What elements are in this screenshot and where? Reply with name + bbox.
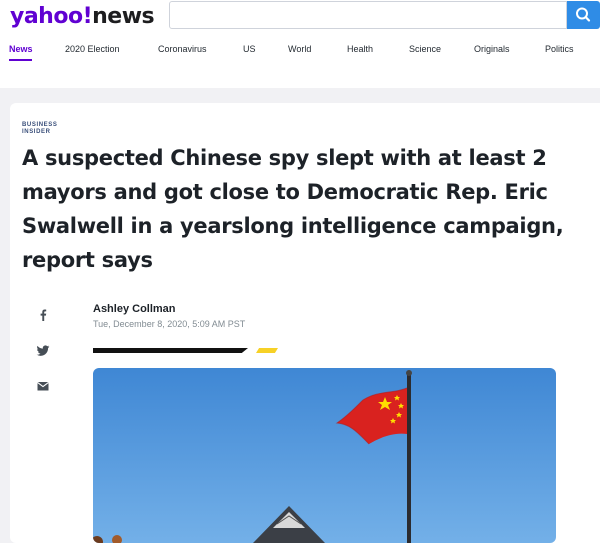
nav-item-us[interactable]: US <box>243 44 256 54</box>
nav-item-originals[interactable]: Originals <box>474 44 510 54</box>
logo-yahoo: yahoo! <box>10 4 93 29</box>
article-headline: A suspected Chinese spy slept with at le… <box>22 146 564 272</box>
top-header: yahoo!news News 2020 Election Coronaviru… <box>0 0 600 88</box>
logo-news: news <box>92 4 155 29</box>
hero-image-flag-scene <box>93 368 556 543</box>
yahoo-news-logo[interactable]: yahoo!news <box>10 4 155 29</box>
author-name[interactable]: Ashley Collman <box>93 303 176 315</box>
article-card: BUSINESS INSIDER A suspected Chinese spy… <box>10 103 600 543</box>
nav-active-underline <box>9 59 32 61</box>
source-logo-line2: INSIDER <box>22 129 51 135</box>
search-input[interactable] <box>169 1 567 29</box>
nav-item-2020-election[interactable]: 2020 Election <box>65 44 120 54</box>
byline-divider-black <box>93 348 248 353</box>
business-insider-logo[interactable]: BUSINESS INSIDER <box>22 122 62 136</box>
nav-item-coronavirus[interactable]: Coronavirus <box>158 44 207 54</box>
nav-item-world[interactable]: World <box>288 44 311 54</box>
source-logo-line1: BUSINESS <box>22 122 58 128</box>
twitter-icon[interactable] <box>36 344 50 358</box>
nav-item-health[interactable]: Health <box>347 44 373 54</box>
search-button[interactable] <box>567 1 600 29</box>
search-icon <box>576 7 591 22</box>
hero-image[interactable] <box>93 368 556 543</box>
main-nav: News 2020 Election Coronavirus US World … <box>0 44 600 66</box>
byline-divider-yellow <box>256 348 278 353</box>
nav-item-politics[interactable]: Politics <box>545 44 574 54</box>
nav-item-news[interactable]: News <box>9 44 33 54</box>
mail-icon[interactable] <box>36 379 50 393</box>
facebook-icon[interactable] <box>36 308 50 322</box>
publish-date: Tue, December 8, 2020, 5:09 AM PST <box>93 319 246 329</box>
nav-item-science[interactable]: Science <box>409 44 441 54</box>
